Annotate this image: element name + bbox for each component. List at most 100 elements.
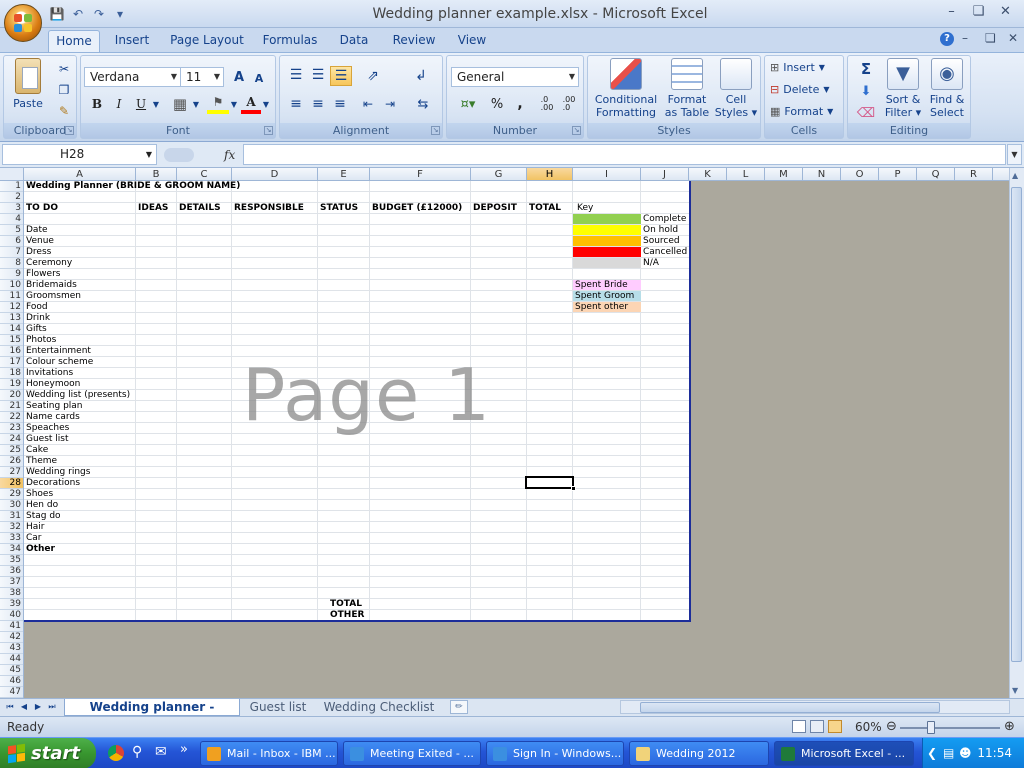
more-quicklaunch-icon[interactable]: » <box>180 742 188 757</box>
column-heading[interactable]: TOTAL <box>529 203 561 214</box>
page-layout-view-icon[interactable] <box>810 720 824 733</box>
todo-item[interactable]: Drink <box>26 313 50 324</box>
row-header[interactable]: 26 <box>0 456 23 467</box>
column-header[interactable]: I <box>573 168 641 180</box>
column-heading[interactable]: STATUS <box>320 203 358 214</box>
key-swatch[interactable] <box>573 247 641 257</box>
chevron-down-icon[interactable]: ▼ <box>151 94 161 114</box>
row-header[interactable]: 9 <box>0 269 23 280</box>
page-break-view-icon[interactable] <box>828 720 842 733</box>
other-label[interactable]: OTHER <box>330 610 364 620</box>
key-label[interactable]: N/A <box>643 258 659 269</box>
orientation-icon[interactable]: ⇗ <box>360 66 386 86</box>
todo-item[interactable]: Bridemaids <box>26 280 77 291</box>
chevron-down-icon[interactable]: ▼ <box>191 94 201 114</box>
todo-item[interactable]: Wedding rings <box>26 467 90 478</box>
todo-item[interactable]: Cake <box>26 445 48 456</box>
search-icon[interactable]: ⚲ <box>132 744 142 760</box>
font-size-combo[interactable]: 11 ▼ <box>180 67 224 87</box>
task-sign-in[interactable]: Sign In - Windows... <box>486 741 624 766</box>
row-header[interactable]: 35 <box>0 555 23 566</box>
row-header[interactable]: 2 <box>0 192 23 203</box>
row-header[interactable]: 24 <box>0 434 23 445</box>
todo-item[interactable]: Speaches <box>26 423 69 434</box>
row-header[interactable]: 21 <box>0 401 23 412</box>
zoom-in-icon[interactable]: ⊕ <box>1004 719 1015 734</box>
borders-icon[interactable]: ▦ <box>169 94 191 114</box>
start-button[interactable]: start <box>0 738 96 768</box>
wrap-text-icon[interactable]: ↲ <box>410 66 432 86</box>
key-title[interactable]: Key <box>577 203 593 214</box>
column-header[interactable]: G <box>471 168 527 180</box>
column-heading[interactable]: RESPONSIBLE <box>234 203 304 214</box>
todo-item[interactable]: Entertainment <box>26 346 91 357</box>
sheet-tab-budget[interactable]: Wedding planner - budget <box>64 699 240 731</box>
sheet-title[interactable]: Wedding Planner (BRIDE & GROOM NAME) <box>26 181 240 192</box>
column-header[interactable]: D <box>232 168 318 180</box>
column-header[interactable]: P <box>879 168 917 180</box>
decrease-decimal-button[interactable]: .00 .0 <box>559 94 579 114</box>
column-header[interactable]: M <box>765 168 803 180</box>
column-header[interactable]: A <box>24 168 136 180</box>
number-launcher-icon[interactable]: ↘ <box>572 126 581 135</box>
todo-item[interactable]: Flowers <box>26 269 60 280</box>
align-center-icon[interactable]: ≡ <box>308 94 328 114</box>
column-header[interactable]: C <box>177 168 232 180</box>
increase-indent-icon[interactable]: ⇥ <box>380 94 400 114</box>
format-painter-icon[interactable]: ✎ <box>56 103 72 119</box>
format-as-table-button[interactable]: Format as Table ▾ <box>662 58 712 132</box>
active-cell[interactable] <box>525 476 574 489</box>
align-top-icon[interactable]: ☰ <box>286 66 306 84</box>
row-header[interactable]: 3 <box>0 203 23 214</box>
row-header[interactable]: 40 <box>0 610 23 621</box>
align-right-icon[interactable]: ≡ <box>330 94 350 114</box>
insert-function-button[interactable]: fx <box>224 148 235 162</box>
help-icon[interactable]: ? <box>940 32 954 46</box>
copy-icon[interactable]: ❐ <box>56 82 72 98</box>
column-header[interactable]: J <box>641 168 689 180</box>
ribbon-restore-icon[interactable]: ❏ <box>985 31 996 45</box>
todo-item[interactable]: Wedding list (presents) <box>26 390 130 401</box>
cut-icon[interactable]: ✂ <box>56 61 72 77</box>
next-sheet-icon[interactable]: ▶ <box>32 701 44 713</box>
insert-sheet-icon[interactable]: ✏ <box>450 700 468 714</box>
todo-item[interactable]: Food <box>26 302 48 313</box>
row-header[interactable]: 43 <box>0 643 23 654</box>
outlook-icon[interactable]: ✉ <box>155 744 167 760</box>
todo-item[interactable]: Other <box>26 544 55 555</box>
task-wedding-folder[interactable]: Wedding 2012 <box>629 741 769 766</box>
row-header[interactable]: 25 <box>0 445 23 456</box>
row-header[interactable]: 13 <box>0 313 23 324</box>
tab-review[interactable]: Review <box>388 30 440 52</box>
key-label[interactable]: On hold <box>643 225 678 236</box>
comma-button[interactable]: , <box>511 94 529 114</box>
fill-handle[interactable] <box>571 486 576 491</box>
row-header[interactable]: 44 <box>0 654 23 665</box>
todo-item[interactable]: Guest list <box>26 434 69 445</box>
insert-button[interactable]: ⊞ Insert ▼ <box>770 58 825 78</box>
row-header[interactable]: 29 <box>0 489 23 500</box>
todo-item[interactable]: Honeymoon <box>26 379 80 390</box>
todo-item[interactable]: Hen do <box>26 500 58 511</box>
row-header[interactable]: 47 <box>0 687 23 698</box>
column-heading[interactable]: DEPOSIT <box>473 203 517 214</box>
todo-item[interactable]: Name cards <box>26 412 80 423</box>
row-header[interactable]: 41 <box>0 621 23 632</box>
shrink-font-button[interactable]: A <box>251 70 267 86</box>
row-header[interactable]: 18 <box>0 368 23 379</box>
font-name-combo[interactable]: Verdana ▼ <box>84 67 181 87</box>
bold-button[interactable]: B <box>87 94 107 114</box>
clear-icon[interactable]: ⌫ <box>852 103 880 123</box>
todo-item[interactable]: Hair <box>26 522 44 533</box>
ribbon-close-icon[interactable]: ✕ <box>1008 31 1018 45</box>
chrome-icon[interactable] <box>108 745 124 761</box>
row-header[interactable]: 7 <box>0 247 23 258</box>
redo-icon[interactable]: ↷ <box>90 6 108 22</box>
select-all-corner[interactable] <box>0 168 24 181</box>
prev-sheet-icon[interactable]: ◀ <box>18 701 30 713</box>
clipboard-launcher-icon[interactable]: ↘ <box>65 126 74 135</box>
row-header[interactable]: 1 <box>0 181 23 192</box>
last-sheet-icon[interactable]: ⏭ <box>46 701 58 713</box>
row-header[interactable]: 45 <box>0 665 23 676</box>
sheet-tab-checklist[interactable]: Wedding Checklist <box>320 699 438 716</box>
